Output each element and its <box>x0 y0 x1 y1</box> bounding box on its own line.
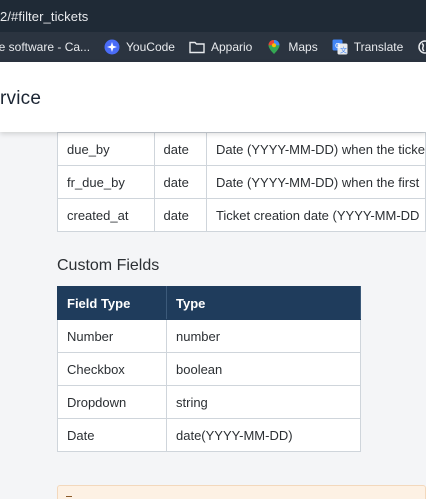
field-description-cell: Date (YYYY-MM-DD) when the ticke <box>205 132 426 166</box>
field-type-cell: Date <box>57 418 167 452</box>
field-type-cell: date <box>153 198 207 232</box>
bookmark-label: Appario <box>210 40 253 54</box>
page-header: rvice <box>0 62 426 132</box>
table-row: created_at date Ticket creation date (YY… <box>57 198 426 232</box>
address-bar[interactable]: 2/#filter_tickets <box>0 0 426 32</box>
bookmark-software[interactable]: le software - Ca... <box>0 40 90 54</box>
url-text: 2/#filter_tickets <box>0 8 89 24</box>
table-row: Number number <box>57 319 361 353</box>
svg-text:文: 文 <box>340 46 347 55</box>
type-cell: number <box>166 319 361 353</box>
bookmarks-bar: le software - Ca... YouCode Appario Maps… <box>0 32 426 62</box>
table-row: Checkbox boolean <box>57 352 361 386</box>
bookmark-translate[interactable]: G 文 Translate <box>332 39 404 55</box>
column-header-type: Type <box>166 286 361 320</box>
field-type-cell: date <box>153 165 207 199</box>
bookmark-globe[interactable] <box>417 39 426 55</box>
youcode-icon <box>104 39 120 55</box>
type-cell: date(YYYY-MM-DD) <box>166 418 361 452</box>
field-type-cell: Dropdown <box>57 385 167 419</box>
field-type-cell: Number <box>57 319 167 353</box>
fields-table: due_by date Date (YYYY-MM-DD) when the t… <box>57 132 426 232</box>
table-row: Date date(YYYY-MM-DD) <box>57 418 361 452</box>
field-name-cell: fr_due_by <box>57 165 155 199</box>
bookmark-label: le software - Ca... <box>0 40 91 54</box>
maps-pin-icon <box>266 39 282 55</box>
page-title: rvice <box>0 88 42 109</box>
translate-icon: G 文 <box>332 39 348 55</box>
custom-fields-table: Field Type Type Number number Checkbox b… <box>57 286 361 452</box>
table-row: Dropdown string <box>57 385 361 419</box>
bookmark-maps[interactable]: Maps <box>266 39 318 55</box>
bookmark-youcode[interactable]: YouCode <box>104 39 175 55</box>
field-type-cell: Checkbox <box>57 352 167 386</box>
folder-icon <box>189 39 205 55</box>
field-name-cell: created_at <box>57 198 155 232</box>
bookmark-label: Translate <box>353 40 404 54</box>
field-type-cell: date <box>153 132 207 166</box>
note-callout <box>57 485 426 499</box>
table-row: due_by date Date (YYYY-MM-DD) when the t… <box>57 132 426 166</box>
custom-fields-heading: Custom Fields <box>57 257 160 274</box>
bookmark-label: Maps <box>288 40 318 54</box>
field-description-cell: Date (YYYY-MM-DD) when the first <box>205 165 426 199</box>
column-header-field-type: Field Type <box>57 286 167 320</box>
globe-icon <box>417 39 426 55</box>
table-row: fr_due_by date Date (YYYY-MM-DD) when th… <box>57 165 426 199</box>
field-description-cell: Ticket creation date (YYYY-MM-DD <box>205 198 426 232</box>
type-cell: string <box>166 385 361 419</box>
bookmark-label: YouCode <box>126 40 175 54</box>
main-content: due_by date Date (YYYY-MM-DD) when the t… <box>0 132 426 499</box>
field-name-cell: due_by <box>57 132 155 166</box>
table-header-row: Field Type Type <box>57 286 361 320</box>
type-cell: boolean <box>166 352 361 386</box>
bookmark-appario[interactable]: Appario <box>189 39 252 55</box>
